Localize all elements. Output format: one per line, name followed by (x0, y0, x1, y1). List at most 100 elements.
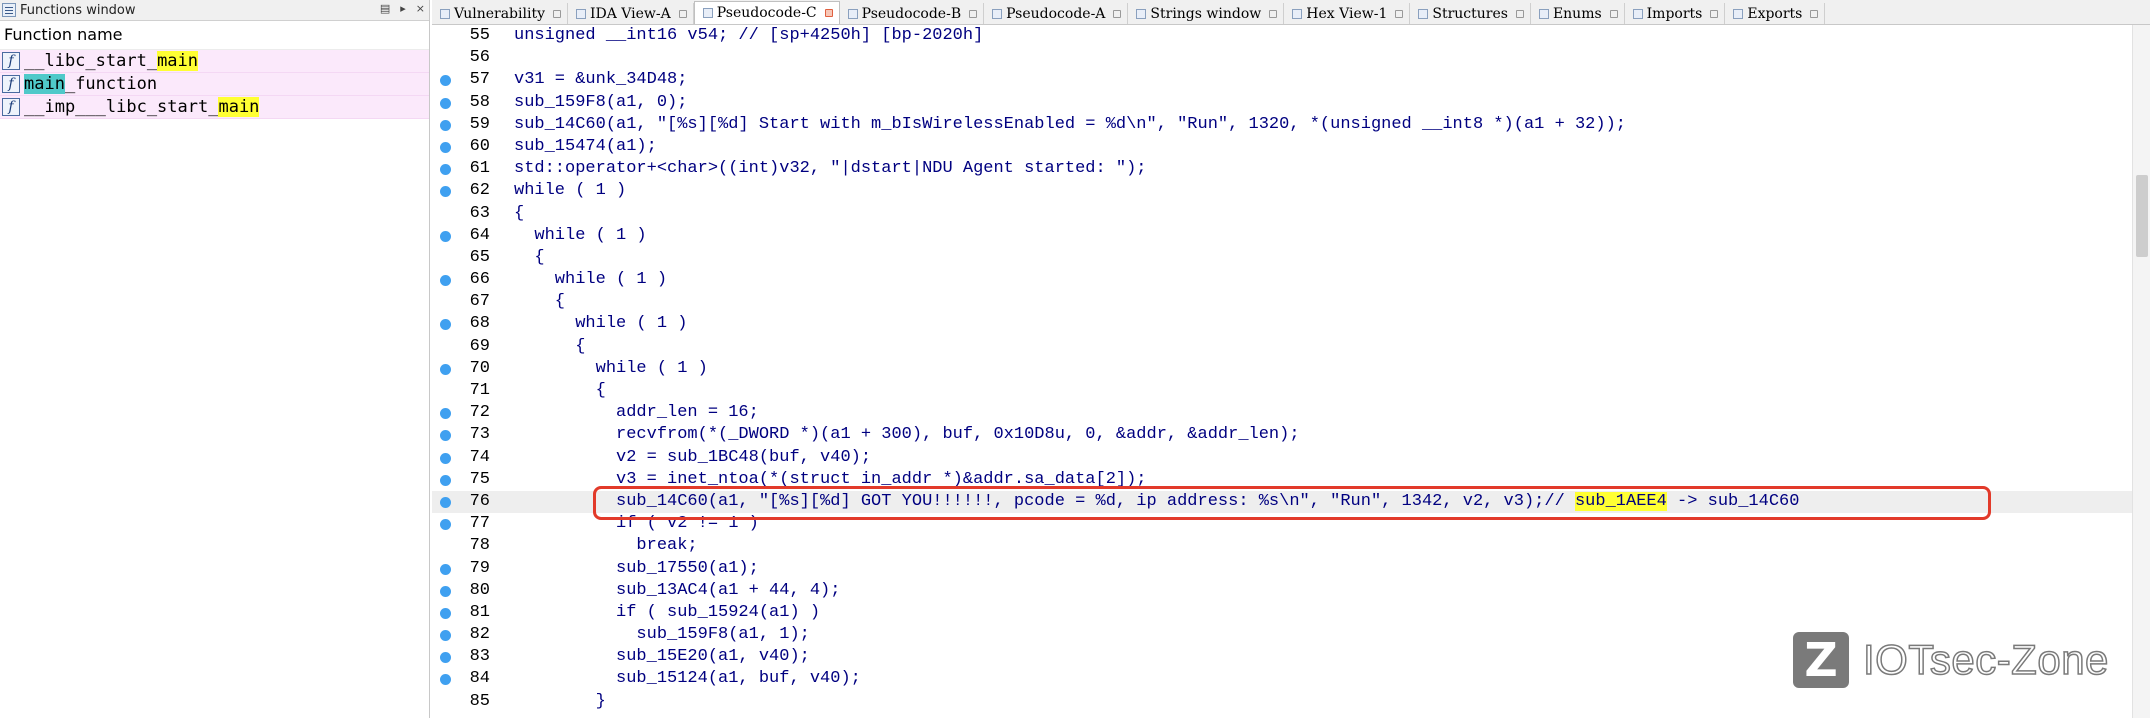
code-line[interactable]: 80 sub_13AC4(a1 + 44, 4); (432, 580, 2132, 602)
tab-label: IDA View-A (589, 5, 671, 22)
code-line[interactable]: 55 unsigned __int16 v54; // [sp+4250h] [b… (432, 25, 2132, 47)
code-line[interactable]: 77 if ( v2 != 1 ) (432, 513, 2132, 535)
code-line[interactable]: 73 recvfrom(*(_DWORD *)(a1 + 300), buf, … (432, 424, 2132, 446)
code-line[interactable]: 79 sub_17550(a1); (432, 558, 2132, 580)
search-match-highlight: sub_1AEE4 (1574, 491, 1667, 511)
tab-structures[interactable]: Structures (1410, 3, 1531, 24)
code-line[interactable]: 65 { (432, 247, 2132, 269)
code-text: { (514, 247, 545, 267)
function-list-item[interactable]: f main _function (0, 73, 429, 96)
vertical-scrollbar[interactable] (2132, 25, 2150, 718)
function-name-match: main (24, 74, 65, 94)
code-line[interactable]: 64 while ( 1 ) (432, 225, 2132, 247)
tab-imports[interactable]: Imports (1625, 3, 1726, 24)
tab-close-icon[interactable] (1269, 9, 1278, 18)
code-line[interactable]: 81 if ( sub_15924(a1) ) (432, 602, 2132, 624)
line-number: 61 (469, 159, 490, 179)
tab-close-icon[interactable] (678, 9, 687, 18)
code-line[interactable]: 69 { (432, 336, 2132, 358)
function-list-item[interactable]: f __imp___libc_start_ main (0, 96, 429, 119)
code-line[interactable]: 71 { (432, 380, 2132, 402)
code-text: v3 = inet_ntoa(*(struct in_addr *)&addr.… (514, 469, 1147, 489)
tab-hex-view-1[interactable]: Hex View-1 (1284, 3, 1411, 24)
tab-close-icon[interactable] (1710, 9, 1719, 18)
tab-ida-view-a[interactable]: IDA View-A (568, 3, 694, 24)
tab-label: Imports (1646, 5, 1703, 22)
tab-enums[interactable]: Enums (1531, 3, 1625, 24)
function-name-column-header[interactable]: Function name (0, 21, 429, 50)
tab-view-icon (1733, 8, 1744, 19)
line-number: 82 (469, 625, 490, 645)
code-line[interactable]: 85 } (432, 691, 2132, 713)
code-text: while ( 1 ) (514, 358, 708, 378)
function-name-match: main (218, 97, 260, 117)
function-icon: f (2, 75, 20, 93)
code-text: while ( 1 ) (514, 181, 627, 201)
function-list: f __libc_start_ main f main _function f __imp__… (0, 50, 429, 119)
code-line[interactable]: 59 sub_14C60(a1, "[%s][%d] Start with m_b… (432, 114, 2132, 136)
tab-close-icon[interactable] (1810, 9, 1819, 18)
tab-vulnerability[interactable]: Vulnerability (432, 3, 568, 24)
code-text: sub_15124(a1, buf, v40); (514, 669, 861, 689)
function-list-item[interactable]: f __libc_start_ main (0, 50, 429, 73)
line-number: 59 (469, 114, 490, 134)
code-line[interactable]: 57 v31 = &unk_34D48; (432, 69, 2132, 91)
tab-close-icon[interactable] (969, 9, 978, 18)
code-line[interactable]: 63 { (432, 203, 2132, 225)
code-line[interactable]: 74 v2 = sub_1BC48(buf, v40); (432, 447, 2132, 469)
code-text-pre: sub_14C60(a1, "[%s][%d] GOT YOU!!!!!!, p… (514, 491, 1575, 511)
code-line[interactable]: 76 sub_14C60(a1, "[%s][%d] GOT YOU!!!!!!… (432, 490, 2132, 514)
function-name-prefix: __imp___libc_start_ (24, 97, 219, 117)
tab-pseudocode-a[interactable]: Pseudocode-A (984, 3, 1129, 24)
tab-pseudocode-c[interactable]: Pseudocode-C (693, 1, 840, 24)
line-number: 72 (469, 403, 490, 423)
function-name-suffix: _function (64, 74, 158, 94)
code-text: } (514, 691, 606, 711)
function-name-match: main (157, 51, 199, 71)
code-text: v31 = &unk_34D48; (514, 70, 688, 90)
tab-exports[interactable]: Exports (1725, 3, 1826, 24)
code-text: break; (514, 536, 698, 556)
code-line[interactable]: 60 sub_15474(a1); (432, 136, 2132, 158)
tab-view-icon (1632, 8, 1643, 19)
tab-strings-window[interactable]: Strings window (1128, 3, 1285, 24)
code-text: sub_14C60(a1, "[%s][%d] GOT YOU!!!!!!, p… (514, 491, 1799, 513)
pane-pin-icon[interactable]: ▸ (400, 2, 406, 15)
code-text: while ( 1 ) (514, 314, 688, 334)
code-line[interactable]: 66 while ( 1 ) (432, 269, 2132, 291)
line-number: 65 (469, 247, 490, 267)
code-line[interactable]: 68 while ( 1 ) (432, 313, 2132, 335)
tab-close-icon[interactable] (1609, 9, 1618, 18)
code-line[interactable]: 56 (432, 47, 2132, 69)
tab-view-icon (1418, 8, 1429, 19)
code-line[interactable]: 62 while ( 1 ) (432, 180, 2132, 202)
code-line[interactable]: 70 while ( 1 ) (432, 358, 2132, 380)
tab-close-icon[interactable] (824, 9, 833, 17)
line-number: 63 (469, 203, 490, 223)
code-text: sub_15E20(a1, v40); (514, 647, 810, 667)
scrollbar-thumb[interactable] (2136, 175, 2148, 257)
functions-window-titlebar[interactable]: Functions window ▤ ▸ × (0, 0, 429, 21)
code-line[interactable]: 61 std::operator+<char>((int)v32, "|dstar… (432, 158, 2132, 180)
view-tab-bar: Vulnerability IDA View-A Pseudocode-C Pseud… (432, 0, 2150, 25)
pane-float-icon[interactable]: ▤ (380, 2, 390, 15)
tab-close-icon[interactable] (1395, 9, 1404, 18)
tab-label: Structures (1432, 5, 1508, 22)
tab-view-icon (440, 8, 450, 19)
code-text: unsigned __int16 v54; // [sp+4250h] [bp-… (514, 26, 984, 45)
tab-close-icon[interactable] (1113, 9, 1122, 18)
code-line[interactable]: 67 { (432, 291, 2132, 313)
code-line[interactable]: 72 addr_len = 16; (432, 402, 2132, 424)
line-number: 64 (469, 225, 490, 245)
code-line[interactable]: 78 break; (432, 535, 2132, 557)
pane-close-icon[interactable]: × (416, 2, 425, 15)
line-number: 55 (469, 26, 490, 45)
code-line[interactable]: 58 sub_159F8(a1, 0); (432, 92, 2132, 114)
code-text: addr_len = 16; (514, 403, 759, 423)
line-number: 76 (469, 491, 490, 511)
pseudocode-view[interactable]: 55 unsigned __int16 v54; // [sp+4250h] [b… (432, 25, 2132, 718)
tab-close-icon[interactable] (552, 9, 561, 18)
tab-close-icon[interactable] (1515, 9, 1524, 18)
code-line[interactable]: 75 v3 = inet_ntoa(*(struct in_addr *)&ad… (432, 469, 2132, 491)
tab-pseudocode-b[interactable]: Pseudocode-B (840, 3, 985, 24)
